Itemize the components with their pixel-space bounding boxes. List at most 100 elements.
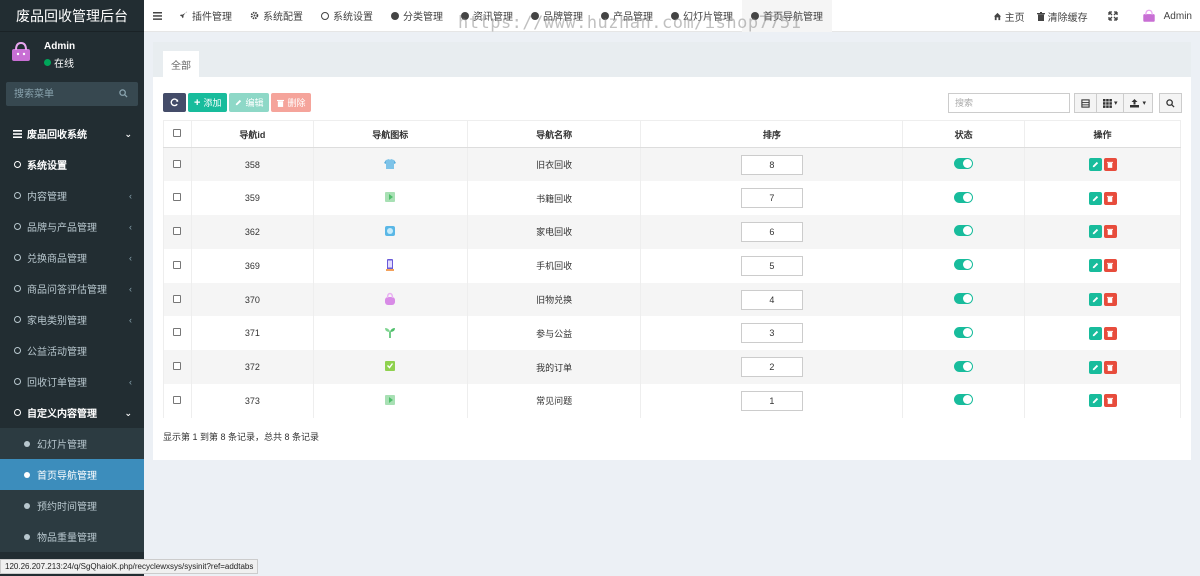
cell-id: 371 [190,316,314,351]
search-icon[interactable] [119,89,128,98]
sidebar-item-home-nav[interactable]: 首页导航管理 [0,459,144,490]
add-button[interactable]: + 添加 [188,93,228,112]
tab-brand[interactable]: 品牌管理 [522,0,592,32]
tab-home-nav[interactable]: 首页导航管理 [742,0,832,32]
row-delete-button[interactable] [1103,360,1117,374]
sidebar-item-booking-time[interactable]: 预约时间管理 [0,490,144,521]
table-row: 359 书籍回收 [163,181,1181,216]
circle-icon [321,11,329,20]
export-button[interactable]: ▾ [1124,93,1153,113]
tab-system-settings[interactable]: 系统设置 [312,0,382,32]
row-checkbox[interactable] [173,294,182,303]
sidebar-item-appliance-category[interactable]: 家电类别管理 ‹ [0,304,144,335]
toggle-view-button[interactable] [1073,93,1097,113]
sidebar-item-system-settings[interactable]: 系统设置 [0,149,144,180]
row-edit-button[interactable] [1088,225,1102,239]
status-toggle[interactable] [954,158,974,170]
cell-actions [1024,316,1181,351]
sort-input[interactable] [740,289,803,310]
sidebar-item-qa-eval[interactable]: 商品问答评估管理 ‹ [0,273,144,304]
row-edit-button[interactable] [1088,293,1102,307]
row-delete-button[interactable] [1103,259,1117,273]
sidebar-item-label: 兑换商品管理 [27,254,87,265]
col-header-sort[interactable]: 排序 [640,120,904,148]
col-header-id[interactable]: 导航id [190,120,314,148]
sidebar-item-weight[interactable]: 物品重量管理 [0,521,144,552]
row-edit-button[interactable] [1088,326,1102,340]
user-status: 在线 [44,55,74,70]
row-delete-button[interactable] [1103,225,1117,239]
table-search-input[interactable] [947,93,1070,113]
sidebar-item-slides[interactable]: 幻灯片管理 [0,428,144,459]
sort-input[interactable] [740,221,803,242]
status-toggle[interactable] [954,360,974,372]
row-delete-button[interactable] [1103,191,1117,205]
sort-input[interactable] [740,323,803,344]
status-toggle[interactable] [954,394,974,406]
delete-button[interactable]: 删除 [271,93,312,112]
admin-menu[interactable]: Admin [1142,9,1192,23]
row-checkbox[interactable] [173,328,182,337]
sort-input[interactable] [740,390,803,411]
row-checkbox[interactable] [173,159,182,168]
rocket-icon [179,11,188,19]
sidebar-item-brand-product[interactable]: 品牌与产品管理 ‹ [0,211,144,242]
status-toggle[interactable] [954,259,974,271]
row-edit-button[interactable] [1088,394,1102,408]
row-checkbox[interactable] [173,260,182,269]
row-edit-button[interactable] [1088,360,1102,374]
status-toggle[interactable] [954,293,974,305]
sidebar-item-custom-content[interactable]: 自定义内容管理 ⌄ [0,397,144,428]
status-toggle[interactable] [954,191,974,203]
trash-icon [1036,11,1045,21]
sort-input[interactable] [740,357,803,378]
sidebar-item-recycle-system[interactable]: 废品回收系统 ⌄ [0,118,144,149]
tab-all[interactable]: 全部 [163,51,199,77]
refresh-button[interactable] [163,93,186,112]
sidebar-item-exchange-goods[interactable]: 兑换商品管理 ‹ [0,242,144,273]
fullscreen-button[interactable] [1107,11,1118,21]
tab-slides[interactable]: 幻灯片管理 [662,0,742,32]
edit-button[interactable]: 编辑 [229,93,270,112]
status-toggle[interactable] [954,225,974,237]
avatar [12,41,30,61]
status-toggle[interactable] [954,326,974,338]
sidebar-item-charity[interactable]: 公益活动管理 [0,335,144,366]
circle-icon [12,285,22,292]
cell-id: 362 [190,215,314,249]
advanced-search-button[interactable] [1159,93,1182,113]
tab-system-config[interactable]: 系统配置 [241,0,312,32]
clear-cache-button[interactable]: 清除缓存 [1036,9,1088,24]
row-checkbox[interactable] [173,226,182,235]
content-panel: 全部 + 添加 编辑 删除 ▾ [153,42,1191,460]
cell-name: 旧衣回收 [466,147,642,182]
row-delete-button[interactable] [1103,293,1117,307]
pencil-icon [1092,330,1098,336]
row-delete-button[interactable] [1103,394,1117,408]
circle-icon [12,378,22,385]
menu-search [6,82,138,106]
row-checkbox[interactable] [173,395,182,404]
row-checkbox[interactable] [173,193,182,202]
select-all-checkbox[interactable] [173,129,182,137]
sidebar-item-content[interactable]: 内容管理 ‹ [0,180,144,211]
tab-plugins[interactable]: 插件管理 [170,0,241,32]
brand-title[interactable]: 废品回收管理后台 [0,0,144,32]
row-edit-button[interactable] [1088,259,1102,273]
home-link[interactable]: 主页 [993,9,1025,24]
row-edit-button[interactable] [1088,158,1102,172]
tab-news[interactable]: 资讯管理 [452,0,522,32]
tab-product[interactable]: 产品管理 [592,0,662,32]
row-edit-button[interactable] [1088,191,1102,205]
columns-button[interactable]: ▾ [1096,93,1125,113]
sort-input[interactable] [740,154,803,175]
sort-input[interactable] [740,188,803,209]
row-delete-button[interactable] [1103,158,1117,172]
row-delete-button[interactable] [1103,326,1117,340]
sidebar-item-orders[interactable]: 回收订单管理 ‹ [0,366,144,397]
sidebar-toggle[interactable] [144,11,170,20]
tab-category[interactable]: 分类管理 [382,0,452,32]
cell-id: 369 [190,248,314,283]
row-checkbox[interactable] [173,362,182,371]
sort-input[interactable] [740,255,803,276]
